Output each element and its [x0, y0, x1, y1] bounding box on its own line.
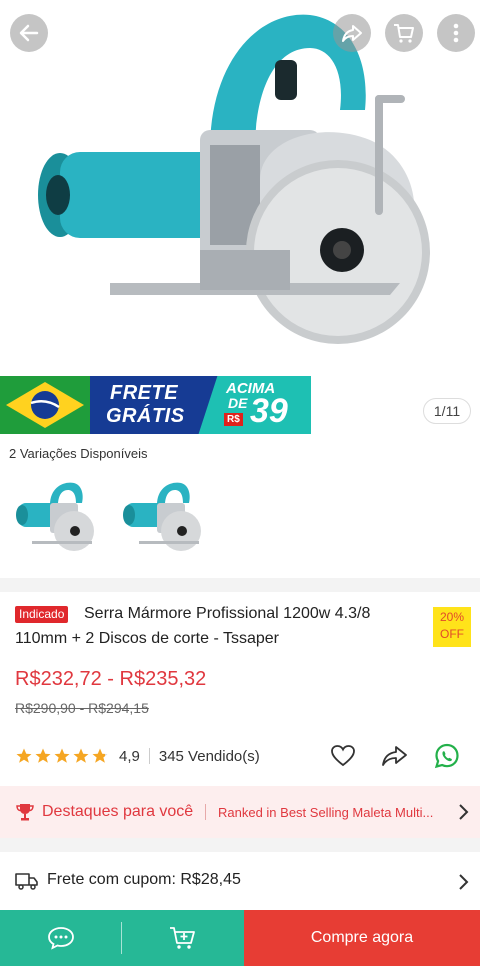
highlights-detail: Ranked in Best Selling Maleta Multi... — [218, 805, 434, 820]
add-cart-icon — [170, 927, 195, 949]
add-to-cart-button[interactable] — [122, 910, 244, 966]
section-divider — [0, 578, 480, 592]
truck-icon — [15, 873, 38, 890]
highlights-bar[interactable]: Destaques para você Ranked in Best Selli… — [0, 786, 480, 838]
variation-thumbnail-1[interactable] — [8, 473, 100, 563]
more-button[interactable] — [437, 14, 475, 52]
banner-currency: R$ — [224, 413, 243, 426]
share-button[interactable] — [333, 14, 371, 52]
share-product-button[interactable] — [380, 741, 410, 771]
image-pager: 1/11 — [423, 398, 471, 424]
product-title-line2: 110mm + 2 Discos de corte - Tssaper — [15, 630, 279, 647]
favorite-button[interactable] — [328, 741, 358, 771]
star-icon — [54, 748, 70, 763]
forward-icon — [382, 746, 407, 766]
trophy-icon — [16, 804, 34, 821]
free-shipping-banner: FRETE GRÁTIS ACIMA DE R$ 39 — [0, 376, 311, 434]
chevron-right-icon — [459, 804, 469, 820]
back-button[interactable] — [10, 14, 48, 52]
shipping-row[interactable]: Frete com cupom: R$28,45 — [0, 852, 480, 908]
product-gallery[interactable]: FRETE GRÁTIS ACIMA DE R$ 39 1/11 — [0, 0, 480, 440]
sold-count: 345 Vendido(s) — [158, 747, 260, 765]
banner-line2: GRÁTIS — [106, 405, 185, 427]
buy-now-button[interactable]: Compre agora — [244, 910, 480, 966]
brazil-flag-icon — [0, 376, 90, 434]
original-price: R$290,90 - R$294,15 — [15, 700, 149, 716]
bottom-action-bar: Compre agora — [0, 910, 480, 966]
star-icon — [73, 748, 89, 763]
rating-value: 4,9 — [119, 747, 140, 765]
chat-icon — [48, 927, 74, 950]
banner-line1: FRETE — [110, 382, 179, 404]
heart-icon — [331, 745, 355, 767]
product-title-line1: Serra Mármore Profissional 1200w 4.3/8 — [84, 605, 371, 622]
star-icon — [16, 748, 32, 763]
back-arrow-icon — [19, 24, 39, 42]
variations-label: 2 Variações Disponíveis — [9, 446, 148, 461]
rating-row[interactable]: 4,9 345 Vendido(s) — [15, 744, 260, 768]
whatsapp-icon — [434, 743, 459, 769]
cart-icon — [394, 24, 414, 43]
star-half-icon — [92, 748, 108, 763]
rating-stars — [15, 747, 109, 765]
more-icon — [453, 23, 459, 43]
cart-button[interactable] — [385, 14, 423, 52]
star-icon — [35, 748, 51, 763]
discount-percent: 20% — [439, 610, 465, 624]
variation-thumbnail-2[interactable] — [115, 473, 207, 563]
highlights-title: Destaques para você — [42, 803, 194, 820]
price-range: R$232,72 - R$235,32 — [15, 668, 207, 690]
banner-amount: 39 — [250, 392, 288, 430]
section-divider — [0, 838, 480, 852]
shipping-text: Frete com cupom: R$28,45 — [47, 871, 241, 888]
share-icon — [342, 25, 362, 42]
discount-label: OFF — [440, 627, 464, 641]
product-image — [38, 14, 430, 344]
chevron-right-icon — [459, 874, 469, 890]
banner-de: DE — [228, 395, 248, 411]
recommended-badge: Indicado — [15, 606, 69, 623]
chat-button[interactable] — [0, 910, 122, 966]
discount-badge: 20% OFF — [433, 607, 471, 647]
whatsapp-share-button[interactable] — [432, 741, 462, 771]
